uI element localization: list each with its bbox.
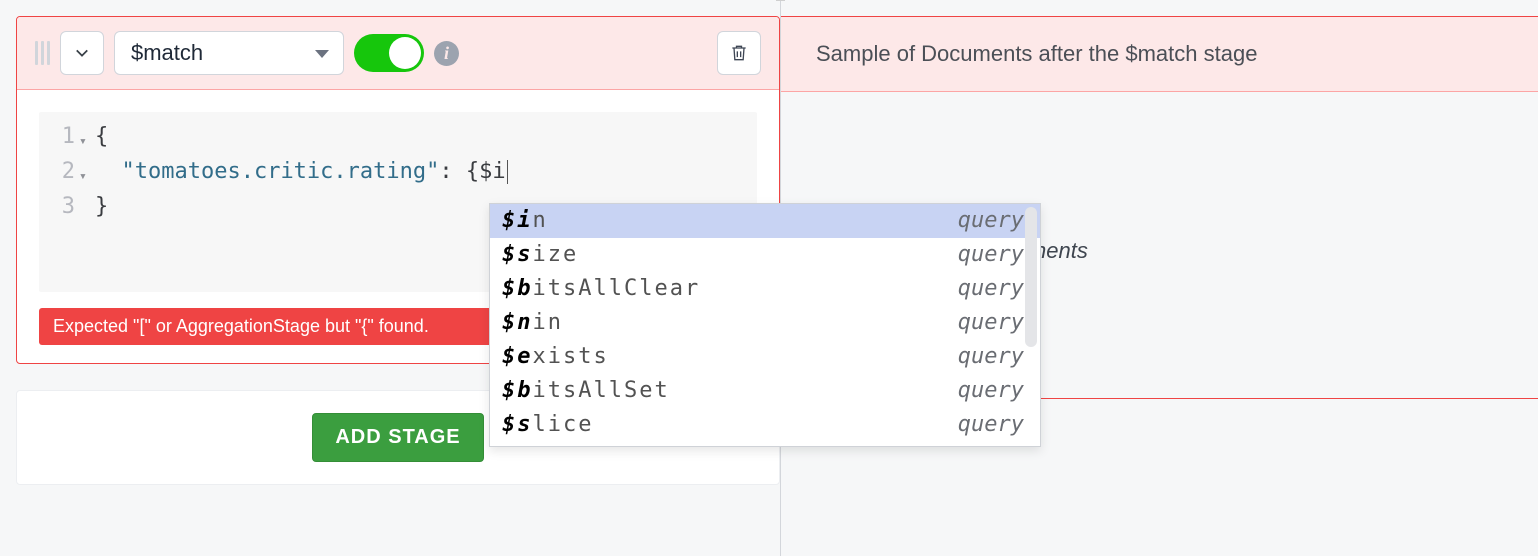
autocomplete-category: query	[958, 308, 1024, 338]
autocomplete-operator: $slice	[502, 410, 593, 440]
autocomplete-operator: $bitsAllClear	[502, 274, 700, 304]
line-number: 1	[49, 122, 79, 152]
fold-icon[interactable]: ▾	[79, 157, 95, 192]
autocomplete-category: query	[958, 342, 1024, 372]
stage-enabled-toggle[interactable]	[354, 34, 424, 72]
autocomplete-category: query	[958, 376, 1024, 406]
code-text: }	[95, 192, 108, 222]
code-line[interactable]: 2▾ "tomatoes.critic.rating": {$i	[49, 157, 747, 192]
stage-operator-select[interactable]: $match	[114, 31, 344, 75]
autocomplete-category: query	[958, 206, 1024, 236]
results-body-partial: nents	[1034, 238, 1088, 264]
autocomplete-item[interactable]: $slice query	[490, 408, 1040, 442]
results-header: Sample of Documents after the $match sta…	[780, 16, 1538, 92]
autocomplete-item[interactable]: $exists query	[490, 340, 1040, 374]
code-line[interactable]: 1▾{	[49, 122, 747, 157]
stage-operator-value: $match	[131, 40, 203, 66]
autocomplete-category: query	[958, 444, 1024, 447]
autocomplete-item[interactable]: $bitsAllClear query	[490, 272, 1040, 306]
autocomplete-operator: $exists	[502, 342, 609, 372]
autocomplete-popup: $inquery$sizequery$bitsAllClearquery$nin…	[489, 203, 1041, 447]
autocomplete-item[interactable]: $nin query	[490, 306, 1040, 340]
delete-stage-button[interactable]	[717, 31, 761, 75]
add-stage-button[interactable]: ADD STAGE	[312, 413, 483, 462]
autocomplete-operator: $size	[502, 240, 578, 270]
results-header-text: Sample of Documents after the $match sta…	[816, 41, 1257, 67]
autocomplete-category: query	[958, 240, 1024, 270]
autocomplete-operator: $bitsAllSet	[502, 376, 670, 406]
stage-header: $match i	[17, 17, 779, 90]
fold-icon	[79, 192, 95, 197]
scrollbar[interactable]	[1025, 207, 1037, 347]
autocomplete-operator: $in	[502, 206, 548, 236]
autocomplete-item[interactable]: $bitsAnyClear query	[490, 442, 1040, 447]
autocomplete-category: query	[958, 274, 1024, 304]
code-text: "tomatoes.critic.rating": {$i	[95, 157, 508, 187]
autocomplete-operator: $bitsAnyClear	[502, 444, 700, 447]
drag-handle-icon[interactable]	[35, 41, 50, 65]
autocomplete-operator: $nin	[502, 308, 563, 338]
info-icon[interactable]: i	[434, 41, 459, 66]
code-text: {	[95, 122, 108, 152]
autocomplete-item[interactable]: $bitsAllSet query	[490, 374, 1040, 408]
text-cursor	[507, 160, 508, 184]
line-number: 3	[49, 192, 79, 222]
collapse-button[interactable]	[60, 31, 104, 75]
fold-icon[interactable]: ▾	[79, 122, 95, 157]
autocomplete-category: query	[958, 410, 1024, 440]
autocomplete-item[interactable]: $size query	[490, 238, 1040, 272]
line-number: 2	[49, 157, 79, 187]
autocomplete-item[interactable]: $in query	[490, 204, 1040, 238]
